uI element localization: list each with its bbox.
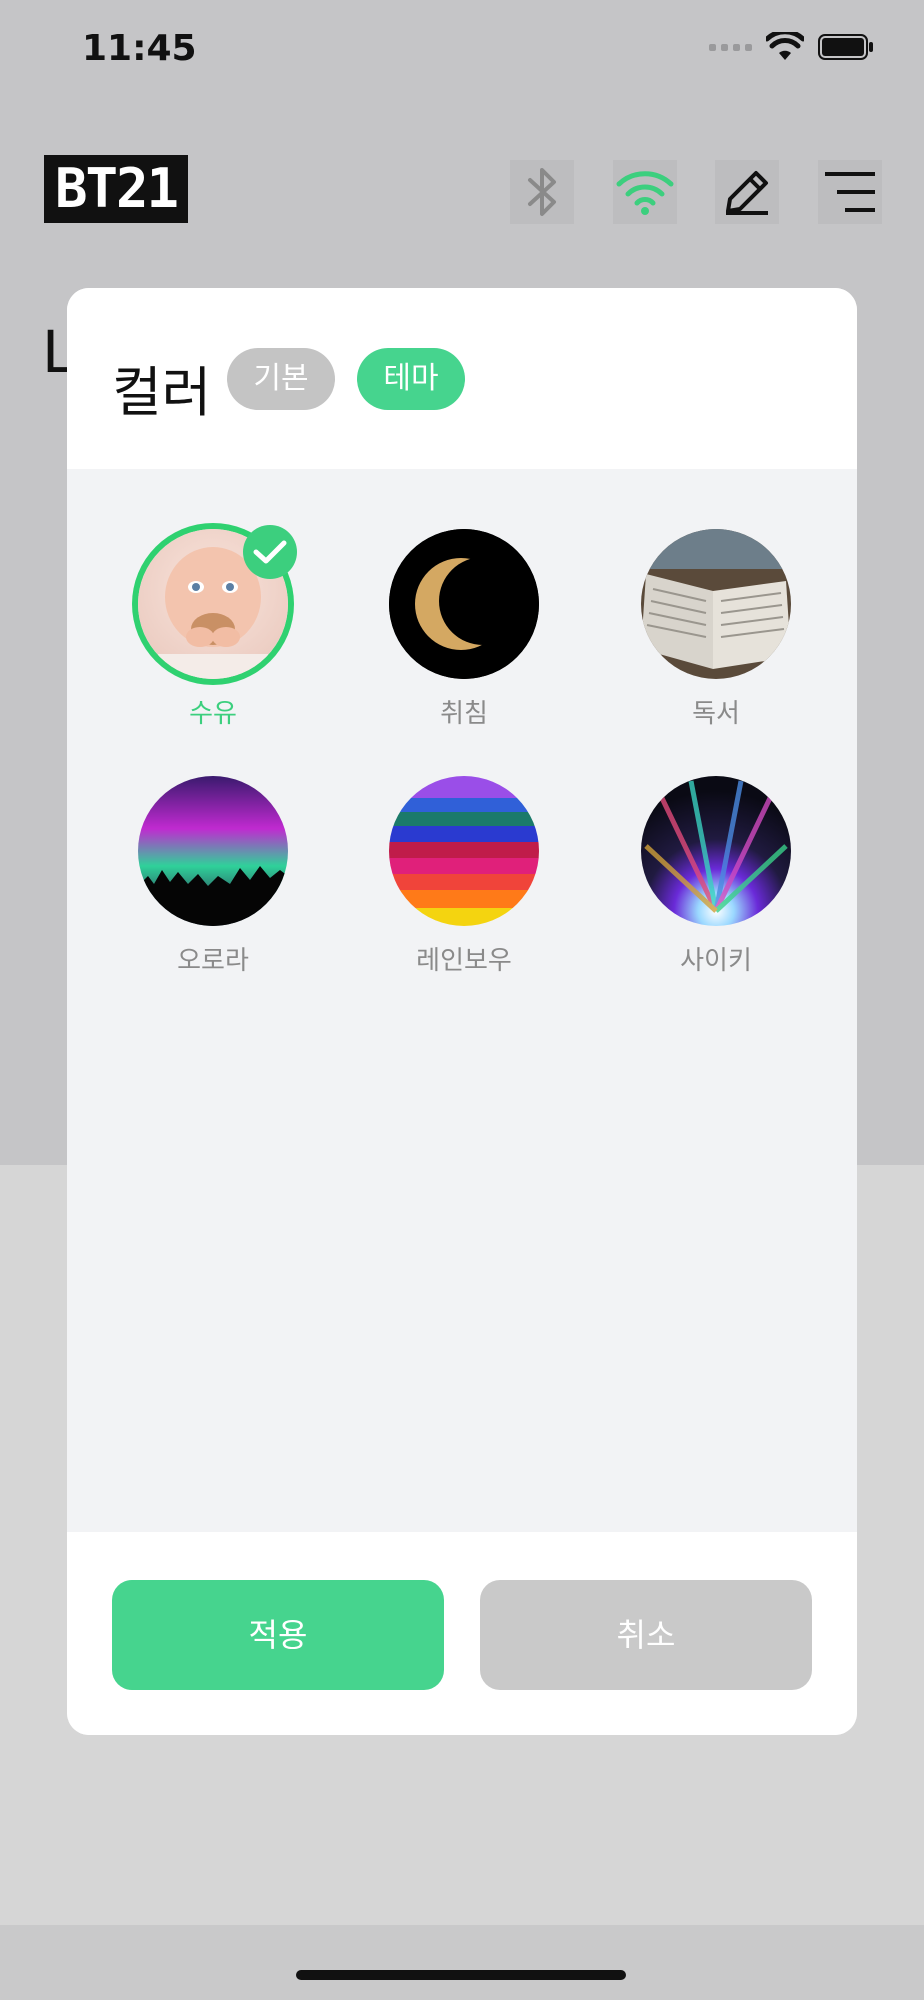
theme-item-psychedelic[interactable]: 사이키: [626, 776, 806, 977]
theme-item-rainbow[interactable]: 레인보우: [374, 776, 554, 977]
edit-icon[interactable]: [715, 160, 779, 224]
tab-basic[interactable]: 기본: [227, 348, 335, 410]
theme-image-moon[interactable]: [389, 529, 539, 679]
battery-icon: [818, 34, 873, 60]
theme-label-rainbow: 레인보우: [416, 946, 512, 976]
cellular-signal-icon: [709, 43, 752, 51]
theme-item-sleep[interactable]: 취침: [374, 529, 554, 730]
background-strip: [0, 1925, 924, 2000]
color-modal: 컬러 기본 테마 수유 취침 독서 오로라 레인보우 사이키 적용 취소: [67, 288, 857, 1735]
status-wifi-icon: [766, 32, 804, 60]
bluetooth-icon[interactable]: [510, 160, 574, 224]
theme-image-rainbow[interactable]: [389, 776, 539, 926]
theme-label-sleep: 취침: [440, 699, 488, 729]
menu-icon[interactable]: [818, 160, 882, 224]
modal-footer: 적용 취소: [67, 1532, 857, 1735]
theme-image-psychedelic[interactable]: [641, 776, 791, 926]
status-icons: [709, 32, 874, 62]
theme-label-nursing: 수유: [189, 699, 237, 729]
modal-title: 컬러: [112, 361, 212, 424]
theme-image-aurora[interactable]: [138, 776, 288, 926]
theme-grid: 수유 취침 독서 오로라 레인보우 사이키: [67, 469, 857, 1532]
theme-image-book[interactable]: [641, 529, 791, 679]
selected-check-icon: [243, 525, 297, 579]
theme-item-aurora[interactable]: 오로라: [123, 776, 303, 977]
theme-item-reading[interactable]: 독서: [626, 529, 806, 730]
bt21-logo: BT21: [44, 155, 188, 223]
theme-label-aurora: 오로라: [177, 946, 249, 976]
status-time: 11:45: [82, 28, 197, 69]
modal-header: 컬러 기본 테마: [67, 288, 857, 469]
apply-button[interactable]: 적용: [112, 1580, 444, 1690]
home-indicator[interactable]: [296, 1970, 626, 1980]
tab-theme[interactable]: 테마: [357, 348, 465, 410]
theme-label-psychedelic: 사이키: [680, 946, 752, 976]
theme-item-nursing[interactable]: 수유: [123, 525, 303, 730]
cancel-button[interactable]: 취소: [480, 1580, 812, 1690]
wifi-icon[interactable]: [613, 160, 677, 224]
theme-label-reading: 독서: [692, 699, 740, 729]
